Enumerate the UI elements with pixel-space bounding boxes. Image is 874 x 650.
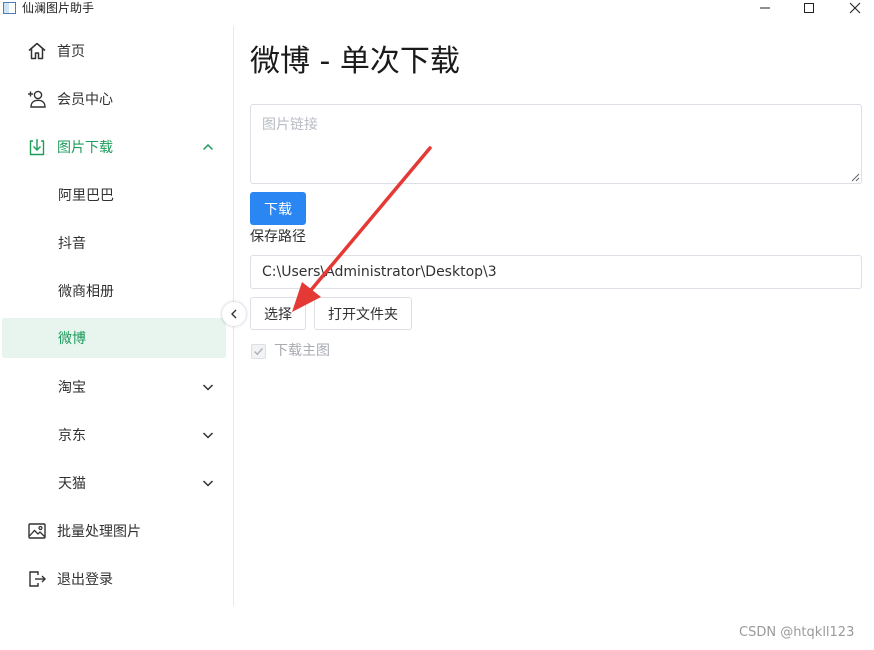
open-folder-button[interactable]: 打开文件夹 [314,297,412,330]
maximize-button[interactable] [786,0,832,19]
minimize-icon [760,7,770,9]
close-button[interactable] [832,0,874,19]
sidebar-item-taobao[interactable]: 淘宝 [2,367,226,407]
sidebar-item-label: 微商相册 [58,284,114,300]
chevron-up-icon [202,143,214,151]
close-icon [849,2,861,14]
sidebar-item-image-download[interactable]: 图片下载 [2,127,226,167]
chevron-down-icon [202,384,214,391]
sidebar-item-label: 微博 [58,331,86,347]
sidebar-collapse-button[interactable] [222,302,246,326]
checkbox-box[interactable] [251,343,266,359]
chevron-left-icon [231,309,237,319]
sidebar-item-alibaba[interactable]: 阿里巴巴 [2,175,226,215]
sidebar-item-label: 批量处理图片 [57,524,141,540]
image-icon [28,523,46,539]
home-icon [28,42,46,60]
save-path-label: 保存路径 [250,229,306,245]
sidebar-item-label: 阿里巴巴 [58,188,114,204]
sidebar-item-weibo[interactable]: 微博 [2,318,226,358]
user-add-icon [28,90,46,108]
chevron-down-icon [202,432,214,439]
sidebar-item-tmall[interactable]: 天猫 [2,463,226,503]
sidebar-item-douyin[interactable]: 抖音 [2,223,226,263]
minimize-button[interactable] [742,0,788,19]
download-main-image-checkbox[interactable]: 下载主图 [251,343,330,359]
choose-button[interactable]: 选择 [250,297,306,330]
sidebar-item-batch-process[interactable]: 批量处理图片 [2,511,226,551]
resize-grip-icon[interactable] [850,172,860,182]
page-title: 微博 - 单次下载 [250,44,460,79]
sidebar-item-jd[interactable]: 京东 [2,415,226,455]
title-bar: 仙澜图片助手 [0,0,874,18]
sidebar-item-label: 图片下载 [57,140,113,156]
sidebar-item-logout[interactable]: 退出登录 [2,559,226,599]
app-icon [3,2,16,14]
sidebar-item-weishang-album[interactable]: 微商相册 [2,271,226,311]
sidebar-item-label: 首页 [57,44,85,60]
window-title: 仙澜图片助手 [22,1,95,15]
sidebar-item-home[interactable]: 首页 [2,31,226,71]
image-url-input[interactable] [250,104,862,184]
maximize-icon [804,3,814,13]
logout-icon [29,571,46,587]
sidebar-item-label: 抖音 [58,236,86,252]
sidebar-item-label: 淘宝 [58,380,86,396]
save-path-input[interactable] [250,255,862,289]
watermark: CSDN @htqkll123 [739,625,855,640]
download-button[interactable]: 下载 [250,192,306,225]
sidebar-item-label: 天猫 [58,476,86,492]
checkbox-label: 下载主图 [274,343,330,359]
sidebar-item-label: 退出登录 [57,572,113,588]
sidebar-item-label: 会员中心 [57,92,113,108]
download-icon [29,139,45,156]
checkmark-icon [253,347,264,355]
sidebar-item-label: 京东 [58,428,86,444]
sidebar: 首页 会员中心 图片下载 阿里巴巴 抖音 微商相册 微博 淘宝 京东 天猫 批量… [0,26,234,606]
sidebar-item-member-center[interactable]: 会员中心 [2,79,226,119]
chevron-down-icon [202,480,214,487]
